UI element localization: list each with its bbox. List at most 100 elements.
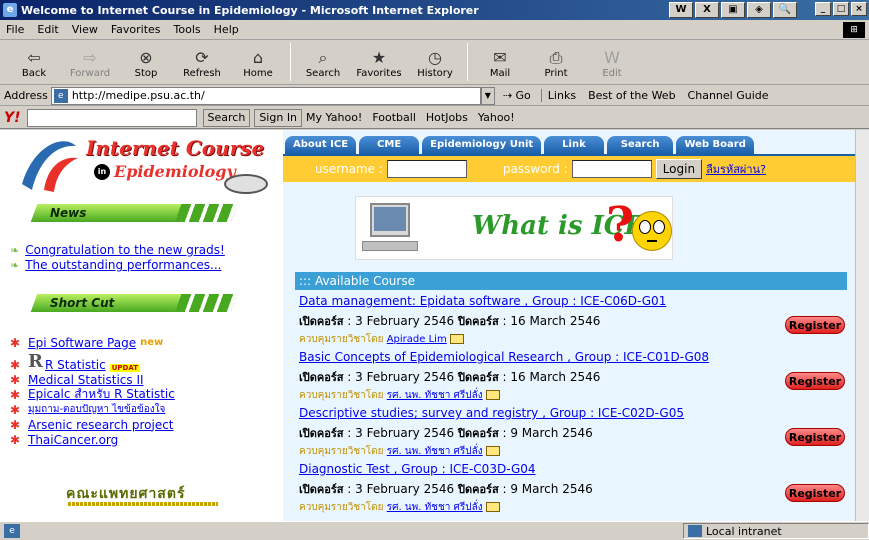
- home-button[interactable]: ⌂ Home: [230, 41, 286, 81]
- address-input[interactable]: e http://medipe.psu.ac.th/: [50, 86, 481, 105]
- instructor-link[interactable]: รศ. นพ. ทัชชา ศรีปลั่ง: [387, 502, 483, 513]
- title-bar: e Welcome to Internet Course in Epidemio…: [0, 0, 869, 20]
- star-icon: ✱: [10, 432, 21, 447]
- tab-cme[interactable]: CME: [359, 136, 420, 154]
- forgot-password-link[interactable]: ลืมรหัสผ่าน?: [706, 160, 766, 178]
- close-button[interactable]: ×: [851, 2, 867, 16]
- shortcut-link[interactable]: Arsenic research project: [28, 418, 174, 432]
- link-best-of-web[interactable]: Best of the Web: [588, 89, 675, 102]
- search-app-icon[interactable]: 🔍: [773, 2, 797, 18]
- mail-icon: ✉: [493, 48, 507, 67]
- yahoo-search-input[interactable]: [26, 108, 197, 127]
- mail-icon[interactable]: [485, 502, 500, 512]
- instructor-link[interactable]: รศ. นพ. ทัชชา ศรีปลั่ง: [387, 390, 483, 401]
- menu-tools[interactable]: Tools: [174, 23, 201, 36]
- tab-about-ice[interactable]: About ICE: [285, 136, 357, 154]
- back-button[interactable]: ⇦ Back: [6, 41, 62, 81]
- menu-view[interactable]: View: [72, 23, 98, 36]
- history-button[interactable]: ◷ History: [407, 41, 463, 81]
- refresh-button[interactable]: ⟳ Refresh: [174, 41, 230, 81]
- tab-web-board[interactable]: Web Board: [676, 136, 754, 154]
- course-title-link[interactable]: Basic Concepts of Epidemiological Resear…: [299, 350, 709, 364]
- star-icon: ✱: [10, 358, 21, 372]
- register-button[interactable]: Register: [785, 372, 845, 390]
- site-logo[interactable]: Internet Course in Epidemiology: [14, 134, 279, 196]
- yahoo-search-button[interactable]: Search: [202, 108, 251, 127]
- course-item: Data management: Epidata software , Grou…: [299, 294, 847, 347]
- course-instructor: ควบคุมรายวิชาโดย รศ. นพ. ทัชชา ศรีปลั่ง: [299, 500, 847, 515]
- search-button[interactable]: ⌕ Search: [295, 41, 351, 81]
- shortcut-link[interactable]: มุมถาม-ตอบปัญหา ไขข้อข้องใจ: [28, 402, 165, 417]
- update-badge: UPDAT: [109, 364, 141, 372]
- mail-icon[interactable]: [485, 446, 500, 456]
- shortcut-link[interactable]: Epi Software Page: [28, 336, 136, 350]
- zone-label: Local intranet: [706, 524, 782, 538]
- hotjobs-link[interactable]: HotJobs: [426, 111, 468, 124]
- excel-icon[interactable]: X: [695, 2, 719, 18]
- tab-epidemiology-unit[interactable]: Epidemiology Unit: [422, 136, 542, 154]
- edit-button[interactable]: W Edit: [584, 41, 640, 81]
- shortcut-link[interactable]: ThaiCancer.org: [28, 433, 118, 447]
- register-button[interactable]: Register: [785, 316, 845, 334]
- course-title-link[interactable]: Data management: Epidata software , Grou…: [299, 294, 666, 308]
- register-button[interactable]: Register: [785, 484, 845, 502]
- maximize-button[interactable]: □: [833, 2, 849, 16]
- minimize-button[interactable]: _: [815, 2, 831, 16]
- list-item: ✱ มุมถาม-ตอบปัญหา ไขข้อข้องใจ: [10, 402, 175, 417]
- news-link[interactable]: The outstanding performances...: [25, 258, 221, 272]
- register-button[interactable]: Register: [785, 428, 845, 446]
- instructor-link[interactable]: รศ. นพ. ทัชชา ศรีปลั่ง: [387, 446, 483, 457]
- favorites-button[interactable]: ★ Favorites: [351, 41, 407, 81]
- username-input[interactable]: [386, 160, 467, 178]
- football-link[interactable]: Football: [372, 111, 416, 124]
- menu-edit[interactable]: Edit: [37, 23, 58, 36]
- logo-subtitle: Epidemiology: [114, 162, 236, 181]
- my-yahoo-link[interactable]: My Yahoo!: [306, 111, 362, 124]
- available-course-header: ::: Available Course: [295, 272, 847, 290]
- yahoo-link[interactable]: Yahoo!: [478, 111, 515, 124]
- link-channel-guide[interactable]: Channel Guide: [688, 89, 769, 102]
- password-input[interactable]: [571, 160, 652, 178]
- yahoo-logo-icon[interactable]: Y!: [4, 110, 21, 126]
- menu-favorites[interactable]: Favorites: [111, 23, 161, 36]
- computer-icon: [362, 203, 422, 255]
- menu-help[interactable]: Help: [214, 23, 239, 36]
- login-button[interactable]: Login: [655, 159, 703, 179]
- main-content: About ICE CME Epidemiology Unit Link Sea…: [283, 130, 855, 521]
- address-dropdown[interactable]: ▼: [480, 86, 495, 105]
- app-icon[interactable]: ▣: [721, 2, 745, 18]
- vertical-scrollbar[interactable]: [855, 130, 869, 521]
- course-title-link[interactable]: Diagnostic Test , Group : ICE-C03D-G04: [299, 462, 536, 476]
- word-icon[interactable]: W: [669, 2, 693, 18]
- instructor-link[interactable]: Apirade Lim: [387, 334, 447, 345]
- forward-button[interactable]: ⇨ Forward: [62, 41, 118, 81]
- mail-icon[interactable]: [485, 390, 500, 400]
- links-label[interactable]: Links: [548, 89, 576, 102]
- star-icon: ✱: [10, 402, 21, 417]
- yahoo-signin-button[interactable]: Sign In: [254, 108, 303, 127]
- taskbar-icons: W X ▣ ◈ 🔍: [669, 2, 797, 18]
- course-title-link[interactable]: Descriptive studies; survey and registry…: [299, 406, 684, 420]
- news-link[interactable]: Congratulation to the new grads!: [25, 243, 225, 257]
- tool-icon[interactable]: ◈: [747, 2, 771, 18]
- security-zone: Local intranet: [683, 523, 869, 539]
- course-item: Diagnostic Test , Group : ICE-C03D-G04 เ…: [299, 462, 847, 515]
- star-icon: ✱: [10, 387, 21, 402]
- left-sidebar: Internet Course in Epidemiology News ❧ Co…: [0, 130, 283, 521]
- tab-search[interactable]: Search: [606, 136, 674, 154]
- print-button[interactable]: ⎙ Print: [528, 41, 584, 81]
- address-bar: Address e http://medipe.psu.ac.th/ ▼ ⇢ G…: [0, 86, 869, 106]
- mail-button[interactable]: ✉ Mail: [472, 41, 528, 81]
- what-is-ice-banner[interactable]: What is ICE ?: [355, 196, 673, 260]
- go-button[interactable]: ⇢ Go: [503, 89, 531, 102]
- print-icon: ⎙: [549, 48, 563, 67]
- star-icon: ✱: [10, 335, 21, 350]
- tab-link[interactable]: Link: [544, 136, 604, 154]
- mail-icon[interactable]: [449, 334, 464, 344]
- course-item: Descriptive studies; survey and registry…: [299, 406, 847, 459]
- shortcut-link[interactable]: R Statistic: [45, 358, 106, 372]
- course-instructor: ควบคุมรายวิชาโดย รศ. นพ. ทัชชา ศรีปลั่ง: [299, 444, 847, 459]
- web-page: Internet Course in Epidemiology News ❧ Co…: [0, 130, 855, 521]
- menu-file[interactable]: File: [6, 23, 24, 36]
- stop-button[interactable]: ⊗ Stop: [118, 41, 174, 81]
